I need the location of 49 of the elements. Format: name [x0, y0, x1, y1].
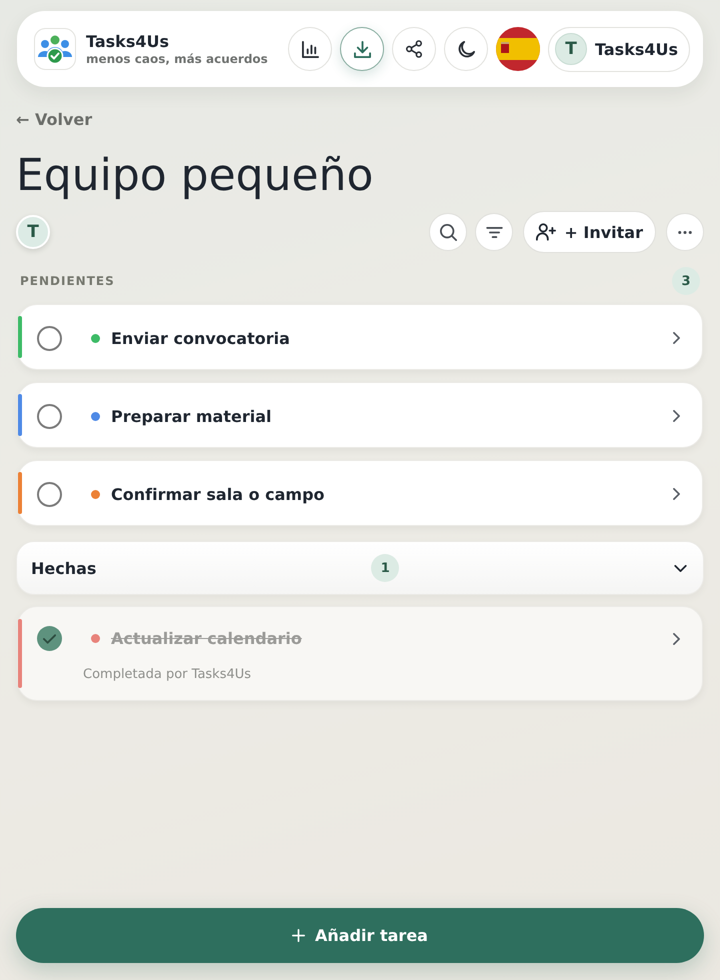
count-badge: 1 [371, 554, 400, 582]
user-plus-icon [536, 223, 556, 241]
task-card[interactable]: Preparar material [17, 382, 703, 448]
moon-icon [458, 40, 475, 58]
checkbox[interactable] [37, 626, 62, 651]
completed-by-text: Completada por Tasks4Us [83, 667, 252, 683]
invite-button[interactable]: + Invitar [523, 211, 656, 253]
back-link[interactable]: ← Volver [16, 110, 92, 130]
checkbox[interactable] [37, 326, 62, 350]
chevron-right-icon [673, 332, 680, 344]
theme-button[interactable] [444, 27, 488, 71]
checkbox[interactable] [37, 482, 62, 506]
search-button[interactable] [429, 213, 468, 251]
task-card[interactable]: Confirmar sala o campo [17, 460, 703, 526]
task-title: Actualizar calendario [111, 629, 302, 648]
chevron-right-icon [673, 632, 680, 644]
task-card[interactable]: Enviar convocatoria [17, 304, 703, 370]
user-menu-button[interactable]: T Tasks4Us [548, 26, 690, 72]
user-name: Tasks4Us [595, 40, 678, 58]
count-badge: 3 [672, 267, 700, 295]
add-task-button[interactable]: Añadir tarea [16, 908, 704, 963]
checkbox[interactable] [37, 404, 62, 428]
download-icon [354, 40, 371, 58]
app-tagline: menos caos, más acuerdos [86, 52, 268, 66]
chevron-right-icon [673, 488, 680, 500]
app-name: Tasks4Us [86, 32, 170, 50]
bar-chart-icon [302, 40, 319, 58]
chevron-right-icon [673, 410, 680, 422]
share-button[interactable] [392, 27, 436, 71]
filter-button[interactable] [475, 213, 514, 251]
done-heading: Hechas [31, 558, 96, 578]
task-title: Preparar material [111, 406, 272, 426]
task-title: Enviar convocatoria [111, 328, 290, 348]
section-heading: PENDIENTES [20, 274, 115, 288]
filter-icon [486, 226, 503, 238]
flag-icon[interactable] [496, 27, 540, 71]
done-section-header[interactable]: Hechas 1 [16, 541, 704, 595]
search-icon [440, 224, 457, 240]
more-icon [678, 230, 692, 234]
page-title: Equipo pequeño [16, 149, 374, 203]
user-avatar: T [555, 33, 588, 65]
team-logo-icon [34, 28, 76, 70]
task-title: Confirmar sala o campo [111, 484, 325, 504]
check-icon [43, 634, 56, 644]
member-avatar: T [16, 215, 50, 249]
plus-icon [292, 929, 306, 942]
stats-button[interactable] [288, 27, 332, 71]
download-button[interactable] [340, 27, 384, 71]
share-icon [406, 40, 422, 58]
